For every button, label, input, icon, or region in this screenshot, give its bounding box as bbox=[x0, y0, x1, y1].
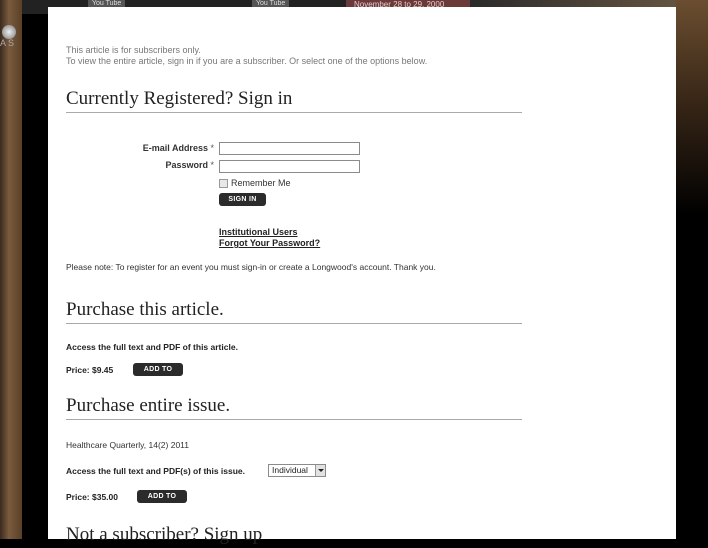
sign-in-button[interactable]: SIGN IN bbox=[219, 193, 266, 206]
issue-price: Price: $35.00 bbox=[66, 492, 118, 502]
article-access-text: Access the full text and PDF of this art… bbox=[66, 342, 238, 352]
register-note: Please note: To register for an event yo… bbox=[66, 262, 436, 272]
background-right bbox=[676, 0, 708, 539]
purchase-issue-heading: Purchase entire issue. bbox=[66, 395, 522, 420]
institutional-users-link[interactable]: Institutional Users bbox=[219, 227, 298, 237]
issue-access-text: Access the full text and PDF(s) of this … bbox=[66, 466, 246, 476]
password-label-text: Password bbox=[165, 160, 208, 170]
required-mark: * bbox=[210, 143, 214, 153]
background-label: A S bbox=[0, 38, 15, 48]
required-mark: * bbox=[210, 160, 214, 170]
youtube-badge: You Tube bbox=[252, 0, 290, 7]
signin-heading: Currently Registered? Sign in bbox=[66, 88, 522, 113]
add-to-cart-article-button[interactable]: ADD TO CART bbox=[133, 363, 183, 386]
forgot-password-link[interactable]: Forgot Your Password? bbox=[219, 238, 320, 248]
email-label: E-mail Address * bbox=[108, 143, 214, 153]
purchase-article-heading: Purchase this article. bbox=[66, 299, 522, 324]
youtube-badge: You Tube bbox=[88, 0, 126, 7]
license-select-value: Individual bbox=[272, 465, 308, 475]
background-button-icon bbox=[2, 25, 16, 39]
password-label: Password * bbox=[108, 160, 214, 170]
add-to-cart-issue-button[interactable]: ADD TO CART bbox=[137, 490, 187, 513]
background-left: A S bbox=[0, 0, 22, 539]
password-field[interactable] bbox=[219, 160, 360, 173]
intro-line-1: This article is for subscribers only. bbox=[66, 45, 201, 55]
subscribe-heading: Not a subscriber? Sign up bbox=[66, 524, 263, 545]
license-select[interactable]: Individual bbox=[268, 464, 326, 477]
subscription-panel: This article is for subscribers only. To… bbox=[48, 7, 676, 545]
chevron-down-icon[interactable] bbox=[315, 465, 325, 476]
issue-name: Healthcare Quarterly, 14(2) 2011 bbox=[66, 440, 189, 450]
intro-text: This article is for subscribers only. To… bbox=[66, 45, 427, 67]
remember-me-label: Remember Me bbox=[231, 178, 291, 188]
intro-line-2: To view the entire article, sign in if y… bbox=[66, 56, 428, 66]
email-label-text: E-mail Address bbox=[142, 143, 208, 153]
article-price: Price: $9.45 bbox=[66, 365, 114, 375]
email-field[interactable] bbox=[219, 142, 360, 155]
remember-me-checkbox[interactable] bbox=[219, 179, 228, 188]
